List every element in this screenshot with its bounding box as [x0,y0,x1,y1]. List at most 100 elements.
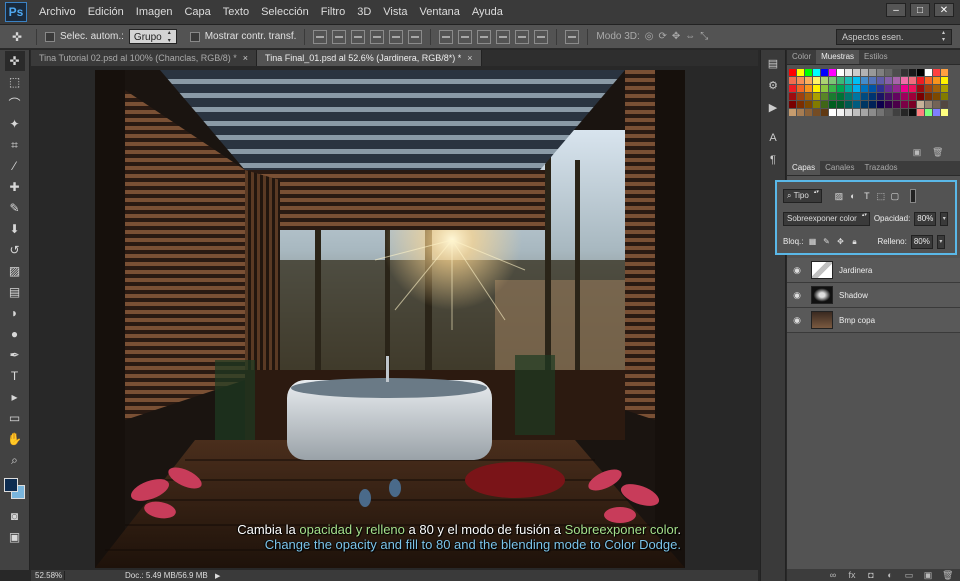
menu-capa[interactable]: Capa [178,0,216,25]
swatch[interactable] [829,85,836,92]
swatch[interactable] [853,69,860,76]
layer-row-shadow[interactable]: ◉ Shadow [787,283,960,308]
swatch[interactable] [909,109,916,116]
swatch[interactable] [933,101,940,108]
crop-tool-icon[interactable]: ⌗ [5,135,25,155]
swatch[interactable] [885,77,892,84]
swatch[interactable] [941,85,948,92]
fill-slider-toggle[interactable]: ▾ [936,234,945,249]
swatch[interactable] [837,69,844,76]
filter-shape-icon[interactable]: ⬚ [876,191,886,201]
restore-button[interactable]: □ [910,3,930,17]
swatch[interactable] [821,109,828,116]
swatch[interactable] [829,109,836,116]
lock-image-icon[interactable]: ✎ [821,237,831,247]
swatch[interactable] [805,109,812,116]
menu-ayuda[interactable]: Ayuda [466,0,509,25]
swatch[interactable] [917,77,924,84]
distribute-left-icon[interactable] [496,29,511,44]
swatch[interactable] [853,101,860,108]
swatch[interactable] [901,101,908,108]
filter-type-icon[interactable]: T [862,191,872,201]
lasso-tool-icon[interactable]: ⌒ [5,93,25,113]
swatch[interactable] [925,77,932,84]
tab-layers[interactable]: Capas [787,161,821,175]
swatch[interactable] [877,69,884,76]
swatch[interactable] [845,69,852,76]
swatch[interactable] [861,101,868,108]
auto-align-icon[interactable] [565,29,580,44]
3d-rotate-icon[interactable]: ◎ [645,31,654,42]
foreground-color[interactable] [3,478,18,492]
swatch[interactable] [805,69,812,76]
align-vcenter-icon[interactable] [332,29,347,44]
align-top-icon[interactable] [313,29,328,44]
layer-filter-kind-dropdown[interactable]: ⌕ Tipo [783,188,822,203]
swatch[interactable] [805,101,812,108]
close-tab-icon[interactable]: × [467,53,472,63]
new-swatch-icon[interactable]: ▣ [912,147,922,157]
swatch[interactable] [933,109,940,116]
swatch[interactable] [789,85,796,92]
quick-select-tool-icon[interactable]: ✦ [5,114,25,134]
swatch[interactable] [789,69,796,76]
align-bottom-icon[interactable] [351,29,366,44]
swatch[interactable] [909,85,916,92]
swatch[interactable] [893,93,900,100]
swatch[interactable] [797,77,804,84]
distribute-top-icon[interactable] [439,29,454,44]
link-layers-icon[interactable]: ∞ [828,570,838,580]
swatch[interactable] [925,93,932,100]
swatch[interactable] [797,69,804,76]
distribute-vcenter-icon[interactable] [458,29,473,44]
swatch[interactable] [901,77,908,84]
swatch[interactable] [845,109,852,116]
swatch[interactable] [917,101,924,108]
swatch[interactable] [789,77,796,84]
swatch[interactable] [813,77,820,84]
swatch[interactable] [933,93,940,100]
actions-panel-icon[interactable]: ▶ [764,100,782,116]
swatch[interactable] [925,85,932,92]
swatch[interactable] [893,77,900,84]
swatch[interactable] [933,69,940,76]
swatch[interactable] [941,101,948,108]
minimize-button[interactable]: – [886,3,906,17]
opacity-slider-toggle[interactable]: ▾ [940,211,949,226]
zoom-level[interactable]: 52.58% [31,571,65,580]
canvas-area[interactable] [31,66,758,570]
align-left-icon[interactable] [370,29,385,44]
marquee-tool-icon[interactable]: ⬚ [5,72,25,92]
swatch[interactable] [837,101,844,108]
fill-field[interactable]: 80% [910,234,933,249]
swatch[interactable] [861,93,868,100]
opacity-field[interactable]: 80% [914,211,937,226]
close-button[interactable]: ✕ [934,3,954,17]
eraser-tool-icon[interactable]: ▨ [5,261,25,281]
menu-filtro[interactable]: Filtro [315,0,351,25]
swatch[interactable] [869,77,876,84]
swatch[interactable] [829,77,836,84]
swatch[interactable] [821,69,828,76]
swatch[interactable] [933,85,940,92]
swatch[interactable] [941,69,948,76]
tab-swatches[interactable]: Muestras [816,50,860,64]
quick-mask-icon[interactable]: ◙ [5,506,25,526]
swatch[interactable] [877,85,884,92]
swatch[interactable] [821,93,828,100]
swatch[interactable] [901,85,908,92]
swatch[interactable] [853,85,860,92]
blend-mode-dropdown[interactable]: Sobreexponer color [783,211,870,226]
swatch[interactable] [933,77,940,84]
swatch[interactable] [797,109,804,116]
auto-select-checkbox[interactable] [45,31,55,42]
type-tool-icon[interactable]: T [5,366,25,386]
status-menu-arrow-icon[interactable]: ▶ [215,572,220,580]
menu-ventana[interactable]: Ventana [414,0,466,25]
swatch[interactable] [917,85,924,92]
swatch[interactable] [797,93,804,100]
swatch[interactable] [829,69,836,76]
move-tool-icon[interactable]: ✜ [4,51,25,71]
swatch[interactable] [917,109,924,116]
menu-edicion[interactable]: Edición [82,0,130,25]
